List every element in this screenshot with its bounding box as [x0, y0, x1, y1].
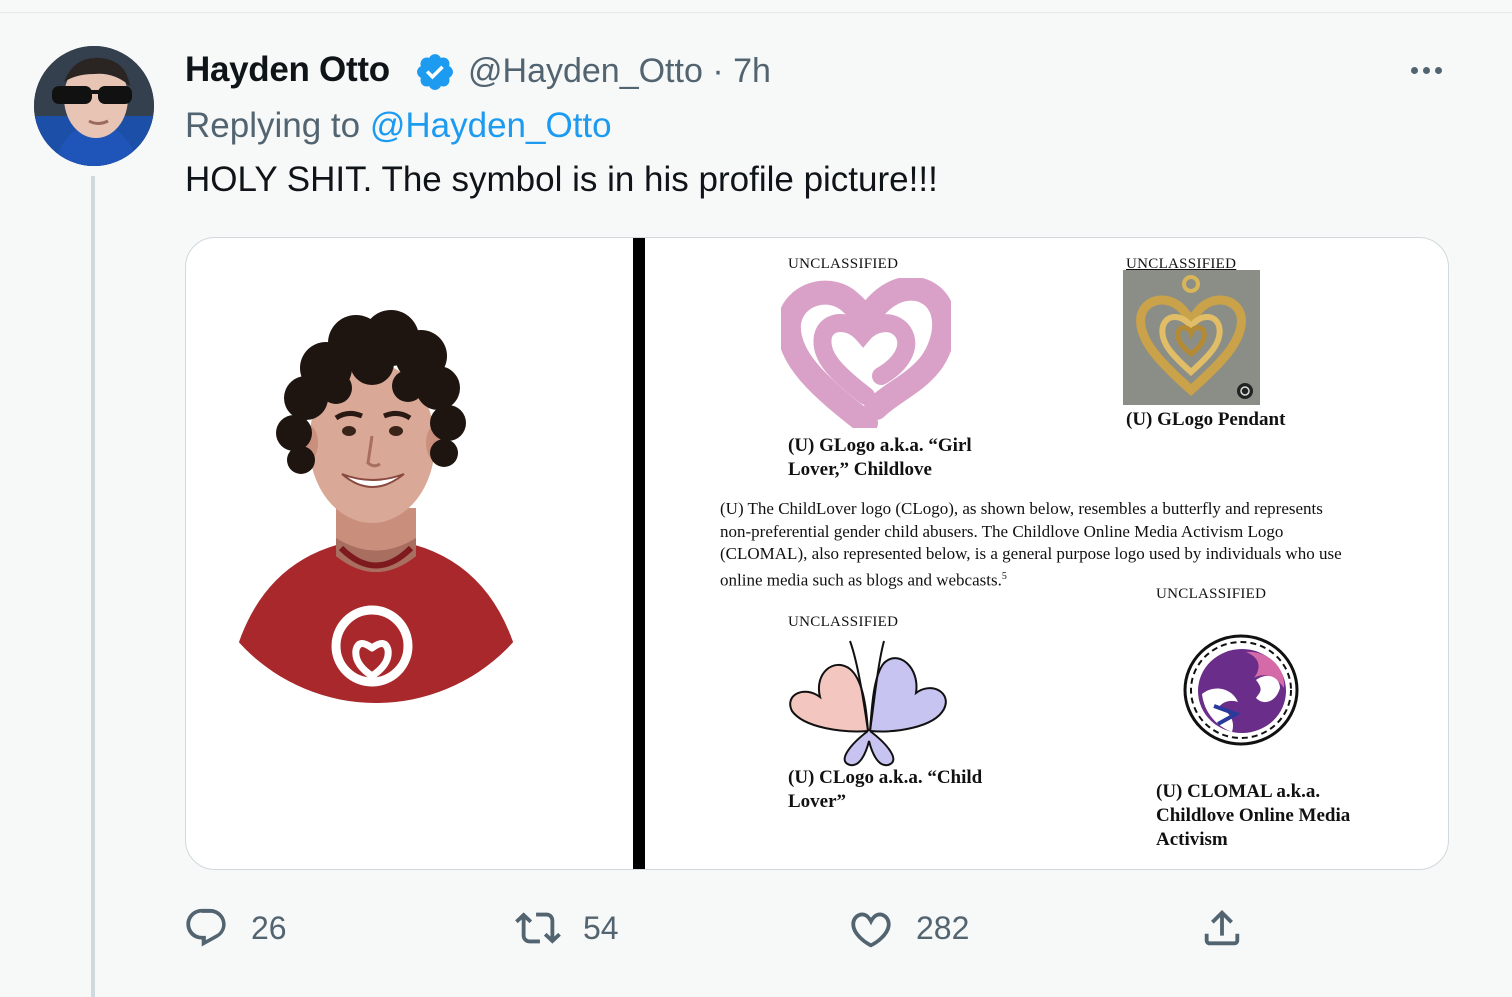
- replying-to: Replying to @Hayden_Otto: [185, 106, 612, 146]
- author-avatar[interactable]: [34, 46, 154, 166]
- tweet-time[interactable]: 7h: [733, 52, 771, 90]
- tweet-actions: 26 54 282: [0, 900, 1512, 960]
- glogo-pendant-photo: [1123, 270, 1260, 405]
- clogo-caption-line1: (U) CLogo a.k.a. “Child: [788, 767, 983, 788]
- cloma-caption: (U) CLOMAL a.k.a. Childlove Online Media…: [1156, 780, 1350, 852]
- retweet-icon: [515, 912, 561, 944]
- glogo-caption-line2: Lover,” Childlove: [788, 459, 932, 480]
- separator-dot: ·: [712, 52, 724, 90]
- replying-handle-link[interactable]: @Hayden_Otto: [370, 106, 612, 145]
- cloma-caption-line1: (U) CLOMAL a.k.a.: [1156, 781, 1321, 802]
- footnote-marker: 5: [1001, 570, 1007, 582]
- cloma-unclassified-label: UNCLASSIFIED: [1156, 586, 1267, 602]
- glogo-heart-icon: [781, 278, 951, 428]
- cloma-caption-line2: Childlove Online Media: [1156, 805, 1351, 826]
- paragraph-line: (U) The ChildLover logo (CLogo), as show…: [720, 499, 1323, 518]
- paragraph-line: (CLOMAL), also represented below, is a g…: [720, 544, 1342, 563]
- tweet-media-image[interactable]: UNCLASSIFIED (U) GLogo a.k.a. “Girl Love…: [185, 237, 1449, 870]
- paragraph-line-text: online media such as blogs and webcasts.: [720, 570, 1002, 590]
- tweet[interactable]: Hayden Otto @Hayden_Otto · 7h Replying t…: [0, 0, 1512, 997]
- reply-icon: [186, 908, 226, 947]
- glogo-caption-line1: (U) GLogo a.k.a. “Girl: [788, 435, 972, 456]
- glogo-unclassified-label: UNCLASSIFIED: [788, 256, 899, 272]
- reply-count: 26: [251, 909, 287, 946]
- document-paragraph: (U) The ChildLover logo (CLogo), as show…: [720, 498, 1445, 592]
- thread-line: [91, 176, 95, 997]
- clogo-unclassified-label: UNCLASSIFIED: [788, 614, 899, 630]
- retweet-count: 54: [583, 909, 619, 946]
- heart-icon: [851, 912, 891, 948]
- verified-badge-icon: [414, 51, 456, 93]
- cloma-logo-icon: [1183, 634, 1299, 746]
- glogo-caption: (U) GLogo a.k.a. “Girl Lover,” Childlove: [788, 434, 972, 482]
- clogo-caption: (U) CLogo a.k.a. “Child Lover”: [788, 766, 982, 814]
- paragraph-line: online media such as blogs and webcasts.…: [720, 566, 1445, 592]
- clogo-butterfly-icon: [789, 640, 947, 767]
- reply-button[interactable]: 26: [183, 900, 287, 956]
- like-count: 282: [916, 909, 970, 946]
- replying-prefix: Replying to: [185, 106, 361, 145]
- share-icon: [1204, 909, 1240, 946]
- tweet-text: HOLY SHIT. The symbol is in his profile …: [185, 160, 938, 199]
- more-options-icon[interactable]: [1404, 52, 1448, 88]
- clogo-caption-line2: Lover”: [788, 791, 847, 812]
- author-handle[interactable]: @Hayden_Otto: [468, 52, 703, 90]
- like-button[interactable]: 282: [848, 900, 969, 956]
- image-divider: [633, 238, 645, 869]
- retweet-button[interactable]: 54: [515, 900, 619, 956]
- handle-and-time: @Hayden_Otto · 7h: [468, 52, 771, 91]
- cloma-caption-line3: Activism: [1156, 829, 1228, 850]
- share-button[interactable]: [1199, 900, 1245, 956]
- author-name[interactable]: Hayden Otto: [185, 50, 390, 90]
- paragraph-line: non-preferential gender child abusers. T…: [720, 521, 1284, 541]
- cartoon-portrait-image: [226, 310, 526, 703]
- pendant-caption: (U) GLogo Pendant: [1126, 409, 1286, 430]
